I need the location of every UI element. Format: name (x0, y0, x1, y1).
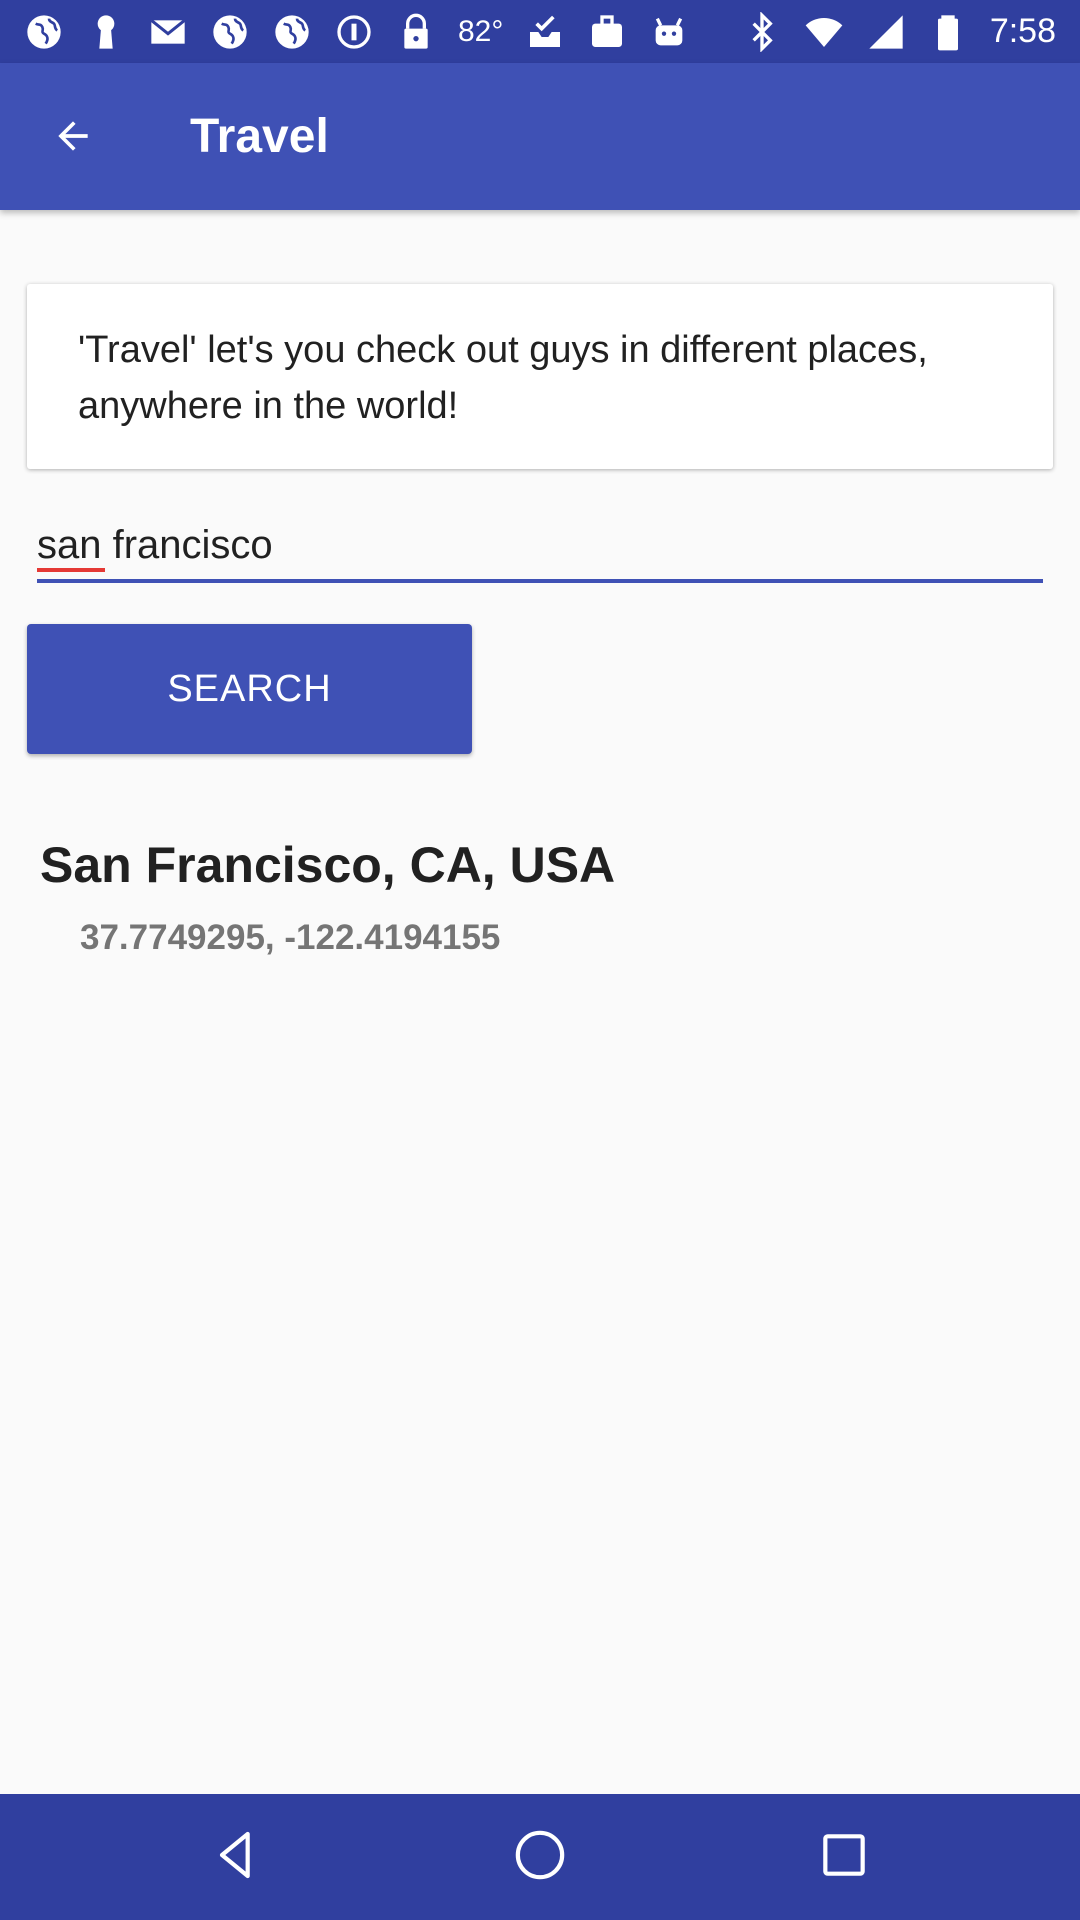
nav-recents-button[interactable] (804, 1817, 884, 1897)
search-field[interactable] (37, 512, 1043, 584)
globe-icon (24, 12, 64, 52)
clock-text: 7:58 (989, 12, 1056, 50)
arrow-back-icon (51, 114, 95, 162)
lock-icon (396, 12, 436, 52)
cellular-icon (866, 12, 906, 52)
nav-home-button[interactable] (500, 1817, 580, 1897)
home-circle-icon (512, 1827, 568, 1887)
temperature-text: 82° (458, 14, 504, 48)
recents-square-icon (816, 1827, 872, 1887)
search-input[interactable] (37, 512, 1043, 578)
status-right-icons: 7:58 (742, 0, 1056, 63)
result-title[interactable]: San Francisco, CA, USA (40, 836, 615, 894)
globe-icon (210, 12, 250, 52)
intro-text: 'Travel' let's you check out guys in dif… (78, 329, 928, 427)
mail-icon (148, 12, 188, 52)
android-icon (649, 12, 689, 52)
nav-back-button[interactable] (196, 1817, 276, 1897)
status-bar: 82° 7:58 (0, 0, 1080, 63)
wifi-icon (804, 12, 844, 52)
briefcase-icon (587, 12, 627, 52)
intro-card: 'Travel' let's you check out guys in dif… (27, 284, 1053, 469)
result-coordinates: 37.7749295, -122.4194155 (80, 918, 501, 957)
globe-icon (272, 12, 312, 52)
spellcheck-underline (37, 568, 105, 572)
page-title: Travel (190, 110, 329, 163)
input-underline (37, 579, 1043, 583)
navigation-bar (0, 1794, 1080, 1920)
info-circle-icon (334, 12, 374, 52)
bluetooth-icon (742, 11, 782, 52)
status-left-icons: 82° (24, 0, 689, 63)
back-triangle-icon (208, 1827, 264, 1887)
search-button[interactable]: SEARCH (27, 624, 472, 754)
back-button[interactable] (38, 103, 108, 173)
app-bar: Travel (0, 63, 1080, 210)
battery-icon (928, 12, 968, 52)
keyhole-icon (86, 12, 126, 52)
inbox-check-icon (525, 12, 565, 52)
